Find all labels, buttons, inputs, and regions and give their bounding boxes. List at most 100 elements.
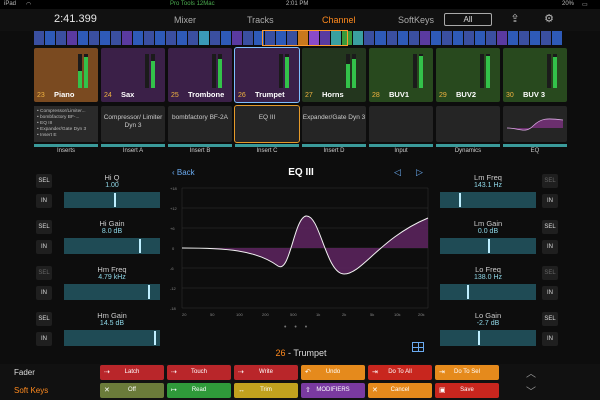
strip-cell[interactable] — [144, 31, 155, 45]
sel-button[interactable]: SEL — [542, 266, 558, 280]
slider-thumb[interactable] — [138, 239, 141, 253]
strip-cell[interactable] — [551, 31, 562, 45]
sel-button[interactable]: SEL — [36, 266, 52, 280]
chevron-down-icon[interactable]: ﹀ — [526, 383, 536, 398]
sel-button[interactable]: SEL — [542, 220, 558, 234]
strip-cell[interactable] — [507, 31, 518, 45]
strip-cell[interactable] — [518, 31, 529, 45]
share-icon[interactable]: ⇪ — [508, 12, 522, 26]
strip-cell[interactable] — [353, 31, 364, 45]
in-button[interactable]: IN — [36, 332, 52, 346]
strip-cell[interactable] — [34, 31, 45, 45]
softkey-do-to-sel[interactable]: ⇥ Do To Sel — [435, 365, 499, 380]
strip-cell[interactable] — [408, 31, 419, 45]
eq-graph[interactable]: +18 +12 +6 0 -6 -12 -18 20 50 100 200 50… — [166, 178, 436, 328]
chevron-up-icon[interactable]: ︿ — [526, 365, 536, 380]
tab-channel[interactable]: Channel — [322, 15, 356, 25]
softkeys-select[interactable]: All — [444, 13, 492, 26]
softkey-do-to-all[interactable]: ⇥ Do To All — [368, 365, 432, 380]
softkey-touch[interactable]: ⇢ Touch — [167, 365, 231, 380]
sel-button[interactable]: SEL — [542, 174, 558, 188]
strip-cell[interactable] — [67, 31, 78, 45]
insert-a[interactable]: Compressor/ Limiter Dyn 3 Insert A — [101, 106, 165, 158]
tab-tracks[interactable]: Tracks — [247, 15, 274, 25]
grid-icon[interactable] — [412, 342, 424, 352]
track-tile[interactable]: 24 Sax — [101, 48, 165, 102]
strip-cell[interactable] — [133, 31, 144, 45]
strip-cell[interactable] — [540, 31, 551, 45]
strip-cell[interactable] — [243, 31, 254, 45]
dynamics-panel[interactable]: Dynamics — [436, 106, 500, 158]
in-button[interactable]: IN — [36, 240, 52, 254]
in-button[interactable]: IN — [542, 240, 558, 254]
softkey-latch[interactable]: ⇢ Latch — [100, 365, 164, 380]
param-slider[interactable] — [440, 284, 536, 300]
track-tile[interactable]: 30 BUV 3 — [503, 48, 567, 102]
triangle-right-icon[interactable]: ▷ — [416, 167, 423, 178]
sel-button[interactable]: SEL — [36, 312, 52, 326]
sel-button[interactable]: SEL — [542, 312, 558, 326]
strip-cell[interactable] — [166, 31, 177, 45]
eq-panel[interactable]: EQ — [503, 106, 567, 158]
slider-thumb[interactable] — [113, 193, 116, 207]
gear-icon[interactable]: ⚙ — [542, 12, 556, 26]
strip-cell[interactable] — [375, 31, 386, 45]
sel-button[interactable]: SEL — [36, 174, 52, 188]
strip-cell[interactable] — [397, 31, 408, 45]
strip-cell[interactable] — [89, 31, 100, 45]
softkey-off[interactable]: ✕ Off — [100, 383, 164, 398]
in-button[interactable]: IN — [36, 286, 52, 300]
slider-thumb[interactable] — [148, 285, 151, 299]
strip-cell[interactable] — [155, 31, 166, 45]
softkey-trim[interactable]: ↔ Trim — [234, 383, 298, 398]
strip-cell[interactable] — [463, 31, 474, 45]
softkey-write[interactable]: ⇢ Write — [234, 365, 298, 380]
slider-thumb[interactable] — [466, 285, 469, 299]
tab-mixer[interactable]: Mixer — [174, 15, 196, 25]
strip-cell[interactable] — [122, 31, 133, 45]
slider-thumb[interactable] — [488, 239, 490, 253]
strip-cell[interactable] — [441, 31, 452, 45]
insert-c[interactable]: EQ III Insert C — [234, 105, 300, 158]
track-tile[interactable]: 28 BUV1 — [369, 48, 433, 102]
param-slider[interactable] — [64, 192, 160, 208]
track-tile[interactable]: 25 Trombone — [168, 48, 232, 102]
slider-thumb[interactable] — [459, 193, 462, 207]
strip-cell[interactable] — [496, 31, 507, 45]
strip-cell[interactable] — [419, 31, 430, 45]
insert-d[interactable]: Expander/Gate Dyn 3 Insert D — [302, 106, 366, 158]
insert-b[interactable]: bombfactory BF-2A Insert B — [168, 106, 232, 158]
strip-cell[interactable] — [529, 31, 540, 45]
strip-cell[interactable] — [210, 31, 221, 45]
strip-cell[interactable] — [111, 31, 122, 45]
strip-cell[interactable] — [364, 31, 375, 45]
strip-cell[interactable] — [78, 31, 89, 45]
strip-cell[interactable] — [474, 31, 485, 45]
track-tile[interactable]: 23 Piano — [34, 48, 98, 102]
softkey-modifiers[interactable]: ⇧ MODIFIERS — [301, 383, 365, 398]
strip-cell[interactable] — [188, 31, 199, 45]
strip-cell[interactable] — [100, 31, 111, 45]
in-button[interactable]: IN — [542, 332, 558, 346]
inserts-list-panel[interactable]: • Compressor/Limiter... • bombfactory BF… — [34, 106, 98, 158]
softkey-read[interactable]: ↦ Read — [167, 383, 231, 398]
input-panel[interactable]: Input — [369, 106, 433, 158]
param-slider[interactable] — [440, 238, 536, 254]
strip-cell[interactable] — [199, 31, 210, 45]
slider-thumb[interactable] — [154, 331, 157, 345]
track-tile[interactable]: 29 BUV2 — [436, 48, 500, 102]
slider-thumb[interactable] — [478, 331, 481, 345]
track-tile[interactable]: 27 Horns — [302, 48, 366, 102]
strip-cell[interactable] — [485, 31, 496, 45]
in-button[interactable]: IN — [542, 194, 558, 208]
in-button[interactable]: IN — [542, 286, 558, 300]
softkey-undo[interactable]: ↶ Undo — [301, 365, 365, 380]
sel-button[interactable]: SEL — [36, 220, 52, 234]
strip-cell[interactable] — [232, 31, 243, 45]
param-slider[interactable] — [440, 192, 536, 208]
param-slider[interactable] — [64, 238, 160, 254]
strip-cell[interactable] — [177, 31, 188, 45]
param-slider[interactable] — [64, 284, 160, 300]
softkey-save[interactable]: ▣ Save — [435, 383, 499, 398]
strip-cell[interactable] — [45, 31, 56, 45]
